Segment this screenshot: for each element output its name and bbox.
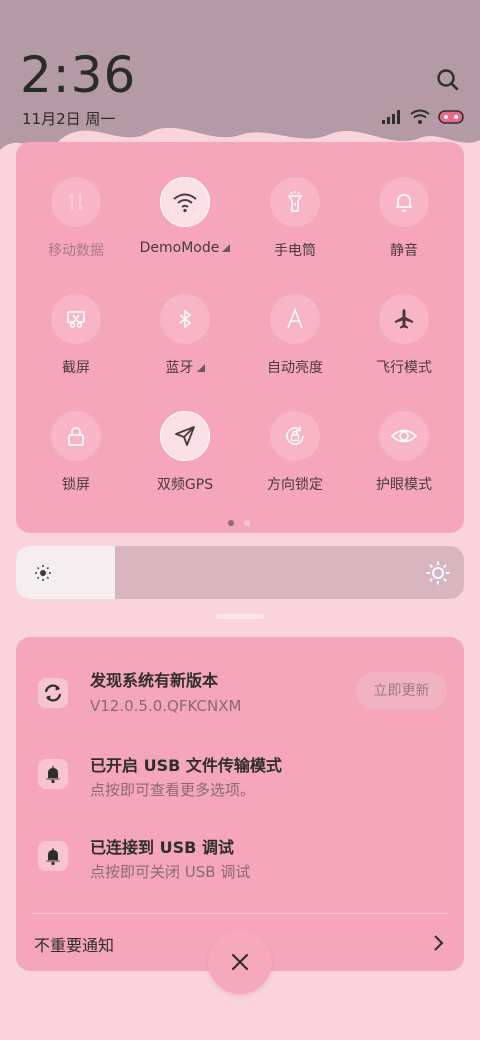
tile-label: 飞行模式 bbox=[376, 360, 432, 376]
tile-label: 静音 bbox=[390, 243, 418, 259]
clear-all-button[interactable] bbox=[208, 930, 272, 994]
tile-label-text: 蓝牙 bbox=[165, 360, 194, 376]
eye-icon bbox=[379, 411, 429, 461]
notification-body: 点按即可查看更多选项。 bbox=[90, 781, 256, 799]
tile-rotation-lock[interactable]: 方向锁定 bbox=[240, 411, 350, 521]
notification-body: 点按即可关闭 USB 调试 bbox=[90, 863, 251, 881]
close-icon bbox=[231, 953, 249, 971]
brightness-slider[interactable] bbox=[16, 546, 464, 599]
location-arrow-icon bbox=[160, 411, 210, 461]
bell-icon bbox=[379, 177, 429, 227]
tile-label: 自动亮度 bbox=[267, 360, 323, 376]
tile-label: DemoMode bbox=[130, 240, 240, 256]
wifi-status-icon bbox=[410, 109, 430, 124]
notification-title: 已连接到 USB 调试 bbox=[90, 838, 234, 857]
battery-icon bbox=[438, 110, 464, 124]
tile-wifi[interactable]: DemoMode bbox=[130, 177, 240, 287]
notification-item[interactable]: 已开启 USB 文件传输模式 点按即可查看更多选项。 bbox=[16, 747, 464, 817]
tile-dual-gps[interactable]: 双频GPS bbox=[130, 411, 240, 521]
notification-panel: 发现系统有新版本 V12.0.5.0.QFKCNXM 立即更新 已开启 USB … bbox=[16, 637, 464, 971]
tile-label: 护眼模式 bbox=[376, 477, 432, 493]
brightness-fill bbox=[16, 546, 115, 599]
quick-settings-panel: 移动数据 DemoMode 手电筒 静音 截屏 蓝牙 自动亮度 飞行模式 锁屏 … bbox=[16, 142, 464, 533]
update-now-button[interactable]: 立即更新 bbox=[356, 672, 447, 710]
search-icon bbox=[437, 69, 459, 91]
tile-auto-brightness[interactable]: 自动亮度 bbox=[240, 294, 350, 404]
bell-icon bbox=[38, 759, 68, 789]
signal-icon bbox=[382, 110, 400, 124]
tile-eye-care[interactable]: 护眼模式 bbox=[349, 411, 459, 521]
brightness-low-icon bbox=[35, 565, 51, 581]
airplane-icon bbox=[379, 294, 429, 344]
tile-mobile-data[interactable]: 移动数据 bbox=[21, 177, 131, 287]
status-bar-icons bbox=[382, 108, 466, 126]
tile-airplane[interactable]: 飞行模式 bbox=[349, 294, 459, 404]
notification-body: V12.0.5.0.QFKCNXM bbox=[90, 697, 242, 715]
tile-label: 方向锁定 bbox=[267, 477, 323, 493]
caret-icon bbox=[222, 244, 231, 252]
auto-brightness-icon bbox=[270, 294, 320, 344]
chevron-right-icon[interactable] bbox=[430, 934, 446, 952]
clock-time: 2:36 bbox=[20, 46, 137, 104]
unimportant-notifications-link[interactable]: 不重要通知 bbox=[34, 932, 114, 956]
page-dot-active bbox=[228, 520, 234, 526]
lock-icon bbox=[51, 411, 101, 461]
notification-title: 发现系统有新版本 bbox=[90, 671, 219, 690]
tile-label: 移动数据 bbox=[48, 243, 104, 259]
search-button[interactable] bbox=[432, 64, 464, 96]
bell-icon bbox=[38, 841, 68, 871]
tile-bluetooth[interactable]: 蓝牙 bbox=[130, 294, 240, 404]
clock-date: 11月2日 周一 bbox=[22, 110, 116, 128]
notification-item[interactable]: 发现系统有新版本 V12.0.5.0.QFKCNXM 立即更新 bbox=[16, 662, 464, 732]
mobile-data-icon bbox=[51, 177, 101, 227]
tile-label: 锁屏 bbox=[62, 477, 90, 493]
tile-mute[interactable]: 静音 bbox=[349, 177, 459, 287]
tile-label: 手电筒 bbox=[274, 243, 316, 259]
drag-handle[interactable] bbox=[216, 614, 264, 619]
tile-label: 截屏 bbox=[62, 360, 90, 376]
wifi-icon bbox=[160, 177, 210, 227]
page-dot bbox=[244, 520, 250, 526]
notification-title: 已开启 USB 文件传输模式 bbox=[90, 756, 282, 775]
rotation-lock-icon bbox=[270, 411, 320, 461]
bluetooth-icon bbox=[160, 294, 210, 344]
screenshot-icon bbox=[51, 294, 101, 344]
tile-label: 蓝牙 bbox=[130, 357, 240, 377]
page-indicator bbox=[228, 520, 250, 526]
notification-item[interactable]: 已连接到 USB 调试 点按即可关闭 USB 调试 bbox=[16, 829, 464, 899]
brightness-high-icon bbox=[426, 561, 450, 585]
tile-lock-screen[interactable]: 锁屏 bbox=[21, 411, 131, 521]
flashlight-icon bbox=[270, 177, 320, 227]
tile-screenshot[interactable]: 截屏 bbox=[21, 294, 131, 404]
caret-icon bbox=[196, 364, 205, 372]
sync-icon bbox=[38, 678, 68, 708]
tile-flashlight[interactable]: 手电筒 bbox=[240, 177, 350, 287]
divider bbox=[32, 913, 448, 914]
tile-label-text: DemoMode bbox=[139, 240, 220, 256]
tile-label: 双频GPS bbox=[156, 477, 214, 493]
